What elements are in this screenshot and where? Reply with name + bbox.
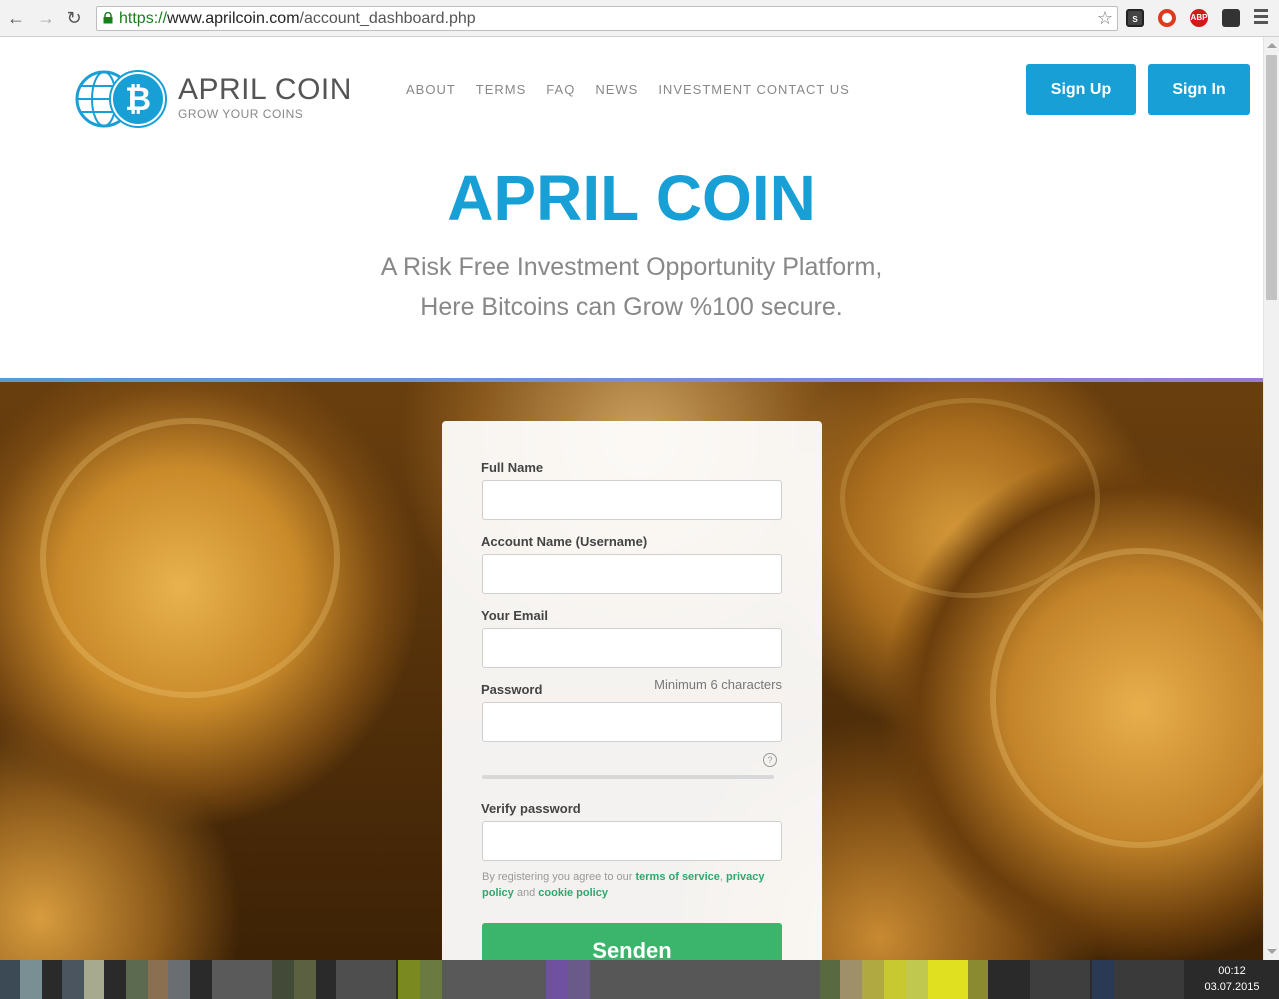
nav-terms[interactable]: TERMS [476,82,527,102]
top-navigation: ABOUT TERMS FAQ NEWS INVESTMENT CONTACT … [406,82,850,102]
site-logo[interactable]: ₿ APRIL COIN GROW YOUR COINS [74,67,351,131]
scroll-up-arrow-icon[interactable] [1267,43,1277,48]
address-bar[interactable]: https://www.aprilcoin.com/account_dashbo… [96,6,1118,31]
adblock-extension-icon[interactable]: ABP [1190,9,1208,27]
email-input[interactable] [482,628,782,668]
full-name-label: Full Name [481,460,544,475]
forward-button[interactable]: → [36,8,56,28]
terms-notice: By registering you agree to our terms of… [482,869,782,901]
browser-menu-icon[interactable] [1254,9,1268,27]
verify-password-label: Verify password [481,801,581,816]
logo-subtitle: GROW YOUR COINS [178,107,304,121]
opera-extension-icon[interactable] [1158,9,1176,27]
coin-image [840,398,1100,598]
terms-and: and [513,887,539,899]
taskbar-clock[interactable]: 00:12 03.07.2015 [1192,963,1272,995]
clock-date: 03.07.2015 [1204,981,1260,993]
password-strength-bar [482,775,774,779]
email-label: Your Email [481,608,548,623]
url-text: https://www.aprilcoin.com/account_dashbo… [119,10,476,28]
lock-icon [103,12,113,24]
registration-form: Full Name Account Name (Username) Your E… [442,421,822,960]
page-scrollbar[interactable] [1263,37,1279,960]
sign-in-button[interactable]: Sign In [1148,64,1250,115]
terms-prefix: By registering you agree to our [482,871,636,883]
url-host: www.aprilcoin.com [167,10,300,27]
browser-toolbar: ← → ↻ https://www.aprilcoin.com/account_… [0,0,1279,37]
gradient-divider [0,378,1263,382]
s-extension-icon[interactable]: S [1126,9,1144,27]
username-input[interactable] [482,554,782,594]
os-taskbar: 00:12 03.07.2015 [0,960,1279,999]
full-name-input[interactable] [482,480,782,520]
nav-faq[interactable]: FAQ [546,82,575,102]
hero-tagline-line1: A Risk Free Investment Opportunity Platf… [380,253,883,281]
help-icon[interactable]: ? [763,753,777,767]
coin-image [990,548,1263,848]
reload-button[interactable]: ↻ [64,8,84,28]
scroll-down-arrow-icon[interactable] [1267,949,1277,954]
nav-about[interactable]: ABOUT [406,82,456,102]
nav-investment-contact-us[interactable]: INVESTMENT CONTACT US [658,82,849,102]
coin-image [40,418,340,698]
cookie-policy-link[interactable]: cookie policy [538,887,608,899]
sign-up-button[interactable]: Sign Up [1026,64,1136,115]
nav-news[interactable]: NEWS [595,82,638,102]
scroll-thumb[interactable] [1266,55,1277,300]
globe-bitcoin-logo-icon: ₿ [75,70,167,128]
hero-title: APRIL COIN [447,162,816,234]
url-path: /account_dashboard.php [299,10,476,27]
username-label: Account Name (Username) [481,534,648,549]
terms-of-service-link[interactable]: terms of service [635,871,719,883]
back-button[interactable]: ← [6,8,26,28]
password-input[interactable] [482,702,782,742]
bookmark-star-icon[interactable]: ☆ [1097,8,1113,29]
password-hint: Minimum 6 characters [654,677,782,692]
hero-tagline-line2: Here Bitcoins can Grow %100 secure. [420,293,843,321]
clock-time: 00:12 [1218,965,1246,977]
verify-password-input[interactable] [482,821,782,861]
logo-title: APRIL COIN [178,73,352,106]
submit-button[interactable]: Senden [482,923,782,960]
ghostery-extension-icon[interactable] [1222,9,1240,27]
password-label: Password [481,682,543,697]
web-page: ₿ APRIL COIN GROW YOUR COINS ABOUT TERMS… [0,37,1263,960]
svg-text:₿: ₿ [125,81,151,117]
url-scheme: https:// [119,10,168,27]
